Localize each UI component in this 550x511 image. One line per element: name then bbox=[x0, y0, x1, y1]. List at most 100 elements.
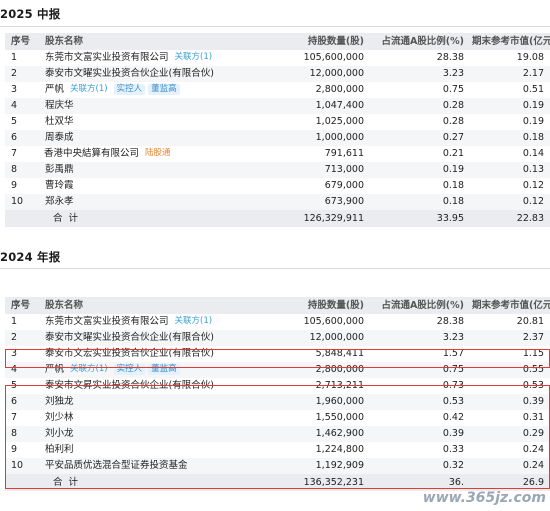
holder-name[interactable]: 香港中央結算有限公司 bbox=[44, 148, 139, 159]
table-row[interactable]: 5 杜双华 1,025,000 0.28 0.19 bbox=[5, 114, 550, 130]
table-row[interactable]: 2 泰安市文曜实业投资合伙企业(有限合伙) 12,000,000 3.23 2.17 bbox=[5, 66, 550, 82]
ratio-cell: 28.38 bbox=[436, 52, 464, 63]
table-row[interactable]: 5 泰安市文昇实业投资合伙企业(有限合伙) 2,713,211 0.73 0.53 bbox=[5, 378, 550, 394]
shares-cell: 713,000 bbox=[283, 162, 368, 178]
holder-name[interactable]: 程庆华 bbox=[45, 100, 74, 111]
total-rank-cell bbox=[5, 474, 43, 491]
holder-tag-role[interactable]: 实控人 bbox=[113, 364, 146, 375]
table-row[interactable]: 7 ?香港中央結算有限公司陆股通 791,611 0.21 0.14 bbox=[5, 146, 550, 162]
holder-name-cell[interactable]: 泰安市文曜实业投资合伙企业(有限合伙) bbox=[43, 330, 283, 346]
rank-cell: 10 bbox=[5, 458, 43, 474]
holder-tag-role[interactable]: 实控人 bbox=[113, 84, 146, 95]
column-header-value[interactable]: 期末参考市值(亿元) bbox=[468, 33, 550, 50]
holder-tag-link[interactable]: 关联方(1) bbox=[172, 52, 216, 63]
holder-name-cell[interactable]: 平安品质优选混合型证券投资基金 bbox=[43, 458, 283, 474]
holder-name[interactable]: 平安品质优选混合型证券投资基金 bbox=[45, 460, 188, 471]
column-header-rank[interactable]: 序号 bbox=[5, 33, 43, 50]
holder-name-cell[interactable]: 严帆 关联方(1) 实控人 董监高 bbox=[43, 82, 283, 98]
holder-name[interactable]: 东莞市文富实业投资有限公司 bbox=[45, 52, 169, 63]
table-row[interactable]: 4 程庆华 1,047,400 0.28 0.19 bbox=[5, 98, 550, 114]
table-row[interactable]: 8 彭禹鼎 713,000 0.19 0.13 bbox=[5, 162, 550, 178]
ratio-cell: 0.39 bbox=[368, 426, 468, 442]
table-row[interactable]: 8 刘小龙 1,462,900 0.39 0.29 bbox=[5, 426, 550, 442]
table-row[interactable]: 9 曹玲霞 679,000 0.18 0.12 bbox=[5, 178, 550, 194]
holder-name[interactable]: 泰安市文昇实业投资合伙企业(有限合伙) bbox=[45, 380, 214, 391]
holder-name[interactable]: 东莞市文富实业投资有限公司 bbox=[45, 316, 169, 327]
holder-name[interactable]: 刘少林 bbox=[45, 412, 74, 423]
column-header-ratio[interactable]: 占流通A股比例(%) bbox=[368, 297, 468, 314]
holder-name-cell[interactable]: 东莞市文富实业投资有限公司 关联方(1) bbox=[43, 50, 283, 66]
holder-name[interactable]: 郑永孝 bbox=[45, 196, 74, 207]
holder-name-cell[interactable]: 曹玲霞 bbox=[43, 178, 283, 194]
holder-name[interactable]: 泰安市文宏实业投资合伙企业(有限合伙) bbox=[45, 348, 214, 359]
holder-name-cell[interactable]: 东莞市文富实业投资有限公司 关联方(1) bbox=[43, 314, 283, 330]
holder-name-cell[interactable]: 刘小龙 bbox=[43, 426, 283, 442]
market-value-cell: 0.31 bbox=[522, 412, 544, 423]
ratio-cell: 0.28 bbox=[442, 116, 464, 127]
table-row[interactable]: 1 东莞市文富实业投资有限公司 关联方(1) 105,600,000 28.38 20.8… bbox=[5, 314, 550, 330]
holder-name[interactable]: 彭禹鼎 bbox=[45, 164, 74, 175]
column-header-name[interactable]: 股东名称 bbox=[43, 33, 283, 50]
table-row[interactable]: 7 刘少林 1,550,000 0.42 0.31 bbox=[5, 410, 550, 426]
holder-name[interactable]: 柏利利 bbox=[45, 444, 74, 455]
column-header-shares[interactable]: 持股数量(股) bbox=[283, 33, 368, 50]
table-row[interactable]: 6 周泰成 1,000,000 0.27 0.18 bbox=[5, 130, 550, 146]
ratio-cell: 0.32 bbox=[368, 458, 468, 474]
column-header-value[interactable]: 期末参考市值(亿元) bbox=[468, 297, 550, 314]
holder-tag-hk[interactable]: 陆股通 bbox=[142, 148, 174, 159]
holder-name[interactable]: 刘小龙 bbox=[45, 428, 74, 439]
column-header-name[interactable]: 股东名称 bbox=[43, 297, 283, 314]
column-header-shares[interactable]: 持股数量(股) bbox=[283, 297, 368, 314]
column-header-ratio[interactable]: 占流通A股比例(%) bbox=[368, 33, 468, 50]
holder-name-cell[interactable]: 杜双华 bbox=[43, 114, 283, 130]
holder-tag-link[interactable]: 关联方(1) bbox=[67, 84, 111, 95]
holder-name-cell[interactable]: 柏利利 bbox=[43, 442, 283, 458]
holder-name[interactable]: 刘独龙 bbox=[45, 396, 74, 407]
rank-cell: 5 bbox=[11, 116, 18, 127]
table-row[interactable]: 10 郑永孝 673,900 0.18 0.12 bbox=[5, 194, 550, 210]
holder-name-cell[interactable]: 周泰成 bbox=[43, 130, 283, 146]
holder-tag-role[interactable]: 董监高 bbox=[148, 364, 180, 375]
table-row[interactable]: 9 柏利利 1,224,800 0.33 0.24 bbox=[5, 442, 550, 458]
market-value-cell: 0.14 bbox=[522, 148, 544, 159]
holder-name[interactable]: 严帆 bbox=[45, 84, 64, 95]
holder-name-cell[interactable]: 郑永孝 bbox=[43, 194, 283, 210]
total-ratio: 36. bbox=[368, 474, 468, 491]
rank-cell: 8 bbox=[5, 426, 43, 442]
shares-cell: 2,800,000 bbox=[315, 84, 364, 95]
holder-name-cell[interactable]: 泰安市文昇实业投资合伙企业(有限合伙) bbox=[43, 378, 283, 394]
holder-name-cell[interactable]: 泰安市文曜实业投资合伙企业(有限合伙) bbox=[43, 66, 283, 82]
holder-tag-role[interactable]: 董监高 bbox=[148, 84, 180, 95]
column-header-rank[interactable]: 序号 bbox=[5, 297, 43, 314]
table-row[interactable]: 3 泰安市文宏实业投资合伙企业(有限合伙) 5,848,411 1.57 1.15 bbox=[5, 346, 550, 362]
total-rank-cell bbox=[5, 210, 43, 227]
holder-name-cell[interactable]: ?香港中央結算有限公司陆股通 bbox=[43, 146, 283, 162]
table-row[interactable]: 2 泰安市文曜实业投资合伙企业(有限合伙) 12,000,000 3.23 2.37 bbox=[5, 330, 550, 346]
holder-name[interactable]: 曹玲霞 bbox=[45, 180, 74, 191]
holder-name-cell[interactable]: 彭禹鼎 bbox=[43, 162, 283, 178]
table-row[interactable]: 1 东莞市文富实业投资有限公司 关联方(1) 105,600,000 28.38 19.0… bbox=[5, 50, 550, 66]
holder-name-cell[interactable]: 泰安市文宏实业投资合伙企业(有限合伙) bbox=[43, 346, 283, 362]
table-row[interactable]: 3 严帆 关联方(1) 实控人 董监高 2,800,000 0.75 0.51 bbox=[5, 82, 550, 98]
rank-cell: 10 bbox=[5, 194, 43, 210]
table-row[interactable]: 10 平安品质优选混合型证券投资基金 1,192,909 0.32 0.24 bbox=[5, 458, 550, 474]
shares-cell: 2,800,000 bbox=[283, 362, 368, 378]
holder-name-cell[interactable]: 程庆华 bbox=[43, 98, 283, 114]
holder-tag-link[interactable]: 关联方(1) bbox=[67, 364, 111, 375]
shares-cell: 5,848,411 bbox=[315, 348, 364, 359]
holder-name-cell[interactable]: 刘独龙 bbox=[43, 394, 283, 410]
shares-cell: 1,550,000 bbox=[315, 412, 364, 423]
table-row[interactable]: 6 刘独龙 1,960,000 0.53 0.39 bbox=[5, 394, 550, 410]
holder-name[interactable]: 泰安市文曜实业投资合伙企业(有限合伙) bbox=[45, 68, 214, 79]
table-row[interactable]: 4 严帆 关联方(1) 实控人 董监高 2,800,000 0.75 0.55 bbox=[5, 362, 550, 378]
holder-name-cell[interactable]: 严帆 关联方(1) 实控人 董监高 bbox=[43, 362, 283, 378]
holder-name[interactable]: 杜双华 bbox=[45, 116, 74, 127]
rank-cell: 2 bbox=[5, 66, 43, 82]
ratio-cell: 28.38 bbox=[436, 316, 464, 327]
holder-name[interactable]: 严帆 bbox=[45, 364, 64, 375]
holder-name-cell[interactable]: 刘少林 bbox=[43, 410, 283, 426]
holder-name[interactable]: 泰安市文曜实业投资合伙企业(有限合伙) bbox=[45, 332, 214, 343]
holder-name[interactable]: 周泰成 bbox=[45, 132, 74, 143]
ratio-cell: 1.57 bbox=[442, 348, 464, 359]
holder-tag-link[interactable]: 关联方(1) bbox=[172, 316, 216, 327]
